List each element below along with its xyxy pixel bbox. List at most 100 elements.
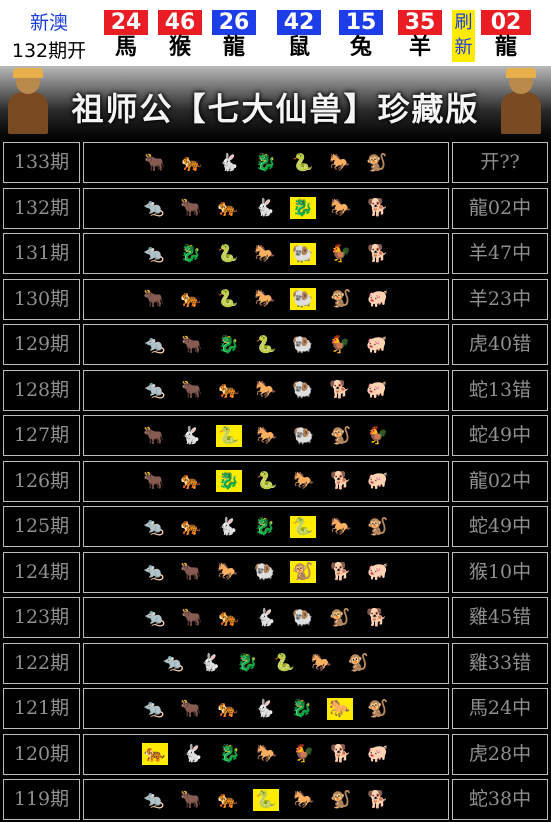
tiger-icon: 🐅 (180, 471, 202, 491)
rabbit-icon: 🐇 (180, 425, 202, 446)
result-cell: 羊23中 (452, 278, 548, 320)
table-row: 130期 🐂 🐅 🐍 🐎 🐏 🐒 🐖 羊23中 (0, 277, 551, 322)
dog-icon: 🐕 (367, 243, 389, 264)
dragon-icon: 🐉 (180, 243, 202, 264)
animals-cell: 🐂 🐅 🐇 🐉 🐍 🐎 🐒 (83, 142, 449, 183)
period-cell: 133期 (3, 142, 80, 183)
rabbit-icon: 🐇 (199, 653, 222, 673)
ball-number: 26 (212, 10, 256, 35)
rabbit-icon: 🐇 (254, 198, 276, 218)
result-cell: 虎40错 (452, 324, 548, 365)
monkey-icon: 🐒 (290, 561, 316, 583)
ox-icon: 🐂 (144, 152, 166, 173)
table-row: 127期 🐂 🐇 🐍 🐎 🐏 🐒 🐓 蛇49中 (0, 413, 551, 458)
period-cell: 125期 (3, 506, 80, 547)
special-ball: 02 龍 (481, 10, 531, 61)
table-row: 133期 🐂 🐅 🐇 🐉 🐍 🐎 🐒 开?? (0, 140, 551, 185)
result-cell: 开?? (452, 142, 548, 183)
ball-zodiac: 鼠 (287, 35, 310, 60)
horse-icon: 🐎 (254, 243, 276, 264)
ball-zodiac: 羊 (408, 35, 431, 60)
horse-icon: 🐎 (330, 516, 352, 537)
dragon-icon: 🐉 (254, 516, 276, 537)
dragon-icon: 🐉 (236, 653, 259, 673)
dragon-icon: 🐉 (255, 152, 277, 173)
period-cell: 122期 (3, 642, 80, 684)
monkey-icon: 🐒 (330, 289, 352, 309)
ball-zodiac: 猴 (168, 35, 191, 60)
period-label: 127期 (13, 424, 70, 446)
result-label: 龍02中 (468, 196, 532, 219)
horse-icon: 🐎 (254, 289, 276, 309)
snake-icon: 🐍 (292, 152, 314, 173)
period-cell: 120期 (3, 733, 80, 775)
horse-icon: 🐎 (327, 697, 353, 720)
refresh-button[interactable]: 刷新 (452, 10, 475, 62)
animals-cell: 🐀 🐉 🐍 🐎 🐏 🐓 🐕 (83, 233, 449, 274)
tiger-icon: 🐅 (181, 152, 203, 173)
animals-cell: 🐂 🐅 🐍 🐎 🐏 🐒 🐖 (83, 278, 449, 320)
pig-icon: 🐖 (367, 562, 389, 582)
animals-cell: 🐀 🐇 🐉 🐍 🐎 🐒 (83, 642, 449, 684)
period-cell: 121期 (3, 688, 80, 729)
table-row: 132期 🐀 🐂 🐅 🐇 🐉 🐎 🐕 龍02中 (0, 186, 551, 231)
goat-icon: 🐏 (254, 562, 276, 582)
horse-icon: 🐎 (217, 562, 239, 582)
period-label: 122期 (13, 651, 70, 674)
table-row: 126期 🐂 🐅 🐉 🐍 🐎 🐕 🐖 龍02中 (0, 459, 551, 504)
result-cell: 蛇49中 (452, 506, 548, 547)
rooster-icon: 🐓 (293, 744, 315, 764)
rabbit-icon: 🐇 (254, 698, 276, 719)
tiger-icon: 🐅 (180, 516, 202, 537)
goat-icon: 🐏 (290, 288, 316, 310)
ball-number: 02 (481, 10, 531, 35)
rat-icon: 🐀 (143, 698, 165, 719)
period-label: 123期 (13, 606, 70, 628)
animals-cell: 🐀 🐂 🐅 🐇 🐉 🐎 🐕 (83, 187, 449, 229)
result-label: 蛇49中 (468, 424, 532, 446)
ball-zodiac: 龍 (222, 35, 245, 60)
animals-cell: 🐀 🐂 🐅 🐇 🐉 🐎 🐒 (83, 688, 449, 729)
table-row: 123期 🐀 🐂 🐅 🐇 🐏 🐒 🐕 雞45错 (0, 595, 551, 640)
ox-icon: 🐂 (180, 198, 202, 218)
dog-icon: 🐕 (329, 380, 351, 400)
rooster-icon: 🐓 (330, 243, 352, 264)
period-label: 121期 (13, 697, 70, 719)
rabbit-icon: 🐇 (255, 607, 277, 628)
goat-icon: 🐏 (290, 242, 316, 265)
tiger-icon: 🐅 (217, 698, 239, 719)
ball-number: 35 (398, 10, 442, 35)
goat-icon: 🐏 (292, 380, 314, 400)
rat-icon: 🐀 (143, 562, 165, 582)
period-cell: 123期 (3, 597, 80, 638)
ball-number: 15 (339, 10, 383, 35)
animals-cell: 🐀 🐅 🐇 🐉 🐍 🐎 🐒 (83, 506, 449, 547)
monkey-icon: 🐒 (367, 516, 389, 537)
period-label: 132期开 (11, 40, 87, 62)
result-cell: 龍02中 (452, 460, 548, 502)
snake-icon: 🐍 (217, 289, 239, 309)
rat-icon: 🐀 (144, 607, 166, 628)
pig-icon: 🐖 (367, 471, 389, 491)
period-label: 126期 (13, 469, 70, 492)
snake-icon: 🐍 (256, 471, 278, 491)
dog-icon: 🐕 (330, 562, 352, 582)
ox-icon: 🐂 (143, 289, 165, 309)
dog-icon: 🐕 (330, 744, 352, 764)
goat-icon: 🐏 (292, 607, 314, 628)
period-label: 132期 (13, 196, 70, 219)
period-label: 120期 (13, 742, 70, 765)
result-label: 雞33错 (468, 651, 532, 674)
tiger-icon: 🐅 (142, 743, 168, 765)
horse-icon: 🐎 (256, 744, 278, 764)
period-cell: 127期 (3, 415, 80, 456)
tiger-icon: 🐅 (180, 289, 202, 309)
dragon-icon: 🐉 (219, 744, 241, 764)
table-row: 122期 🐀 🐇 🐉 🐍 🐎 🐒 雞33错 (0, 641, 551, 686)
dragon-icon: 🐉 (290, 197, 316, 219)
period-label: 130期 (13, 287, 70, 310)
result-label: 雞45错 (468, 606, 532, 628)
ox-icon: 🐂 (143, 471, 165, 491)
result-cell: 雞33错 (452, 642, 548, 684)
horse-icon: 🐎 (329, 152, 351, 173)
